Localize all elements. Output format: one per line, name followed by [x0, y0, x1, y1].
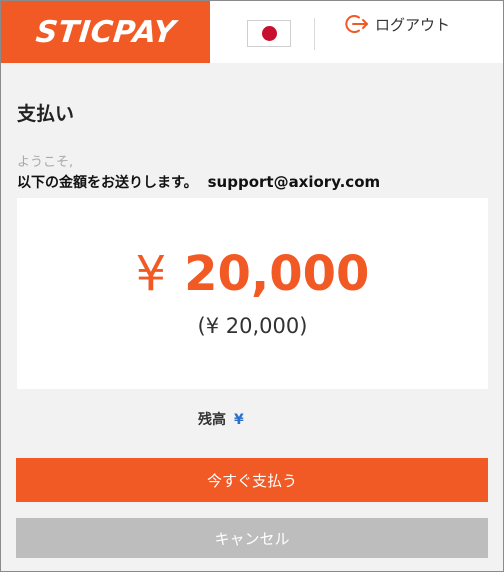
welcome-text: ようこそ, — [17, 155, 74, 170]
logout-link[interactable]: ログアウト — [345, 13, 450, 35]
balance-currency: ¥ — [234, 412, 244, 428]
amount-card: ¥20,000 (¥ 20,000) — [17, 198, 488, 389]
flag-circle — [261, 26, 277, 41]
sticpay-logo: STICPAY — [1, 1, 210, 63]
header: STICPAY ログアウト — [1, 1, 503, 63]
page-title: 支払い — [17, 103, 75, 125]
payment-message: 以下の金額をお送りします。 support@axiory.com — [17, 172, 380, 192]
message-text: 以下の金額をお送りします。 — [17, 175, 198, 191]
amount-value: 20,000 — [184, 246, 370, 302]
balance-label: 残高 — [198, 412, 226, 428]
converted-amount: (¥ 20,000) — [197, 314, 308, 338]
amount-display: ¥20,000 — [17, 246, 488, 302]
pay-now-button[interactable]: 今すぐ支払う — [16, 458, 488, 502]
recipient-email: support@axiory.com — [207, 173, 381, 191]
logo-text: STICPAY — [33, 14, 178, 50]
logout-label: ログアウト — [375, 15, 451, 34]
cancel-button[interactable]: キャンセル — [16, 518, 488, 558]
japan-flag-icon[interactable] — [247, 20, 291, 47]
currency-symbol: ¥ — [135, 246, 167, 302]
balance: 残高 ¥ — [198, 409, 244, 429]
payment-window: STICPAY ログアウト 支払い ようこそ, 以下の金額をお送りします。 sup… — [0, 0, 504, 572]
header-divider — [314, 18, 315, 50]
logout-icon — [345, 13, 371, 35]
